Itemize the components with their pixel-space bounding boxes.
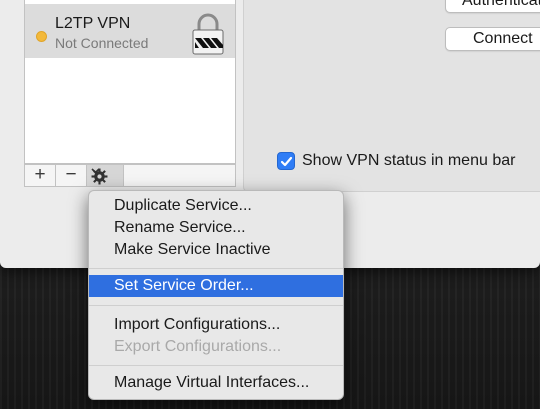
- status-dot-icon: [36, 31, 47, 42]
- remove-service-button[interactable]: −: [56, 165, 87, 186]
- menu-item-duplicate-service[interactable]: Duplicate Service...: [89, 195, 343, 217]
- chevron-down-icon: [91, 168, 100, 174]
- menu-separator: [89, 365, 343, 366]
- menu-item-rename-service[interactable]: Rename Service...: [89, 217, 343, 239]
- menu-item-manage-virtual-interfaces[interactable]: Manage Virtual Interfaces...: [89, 372, 343, 394]
- show-vpn-status-label[interactable]: Show VPN status in menu bar: [302, 152, 515, 170]
- show-vpn-status-checkbox[interactable]: [277, 152, 295, 170]
- service-status: Not Connected: [55, 35, 149, 51]
- menu-separator: [89, 305, 343, 306]
- service-list-toolbar: + −: [24, 164, 236, 187]
- vpn-lock-icon: [191, 12, 225, 56]
- menu-item-make-service-inactive[interactable]: Make Service Inactive: [89, 239, 343, 261]
- menu-separator: [89, 268, 343, 269]
- service-list-item[interactable]: L2TP VPN Not Connected: [25, 4, 235, 58]
- checkmark-icon: [280, 156, 293, 167]
- service-name: L2TP VPN: [55, 15, 131, 32]
- menu-item-export-configurations: Export Configurations...: [114, 338, 282, 355]
- menu-item-import-configurations[interactable]: Import Configurations...: [89, 314, 343, 336]
- menu-item-set-service-order[interactable]: Set Service Order...: [89, 275, 343, 297]
- authenticate-button[interactable]: Authenticate...: [445, 0, 540, 13]
- add-service-button[interactable]: +: [25, 165, 56, 186]
- action-menu-button[interactable]: [87, 165, 124, 186]
- connect-button[interactable]: Connect: [445, 27, 540, 51]
- service-action-context-menu: Duplicate Service... Rename Service... M…: [88, 190, 344, 400]
- service-list: L2TP VPN Not Connected: [24, 0, 236, 164]
